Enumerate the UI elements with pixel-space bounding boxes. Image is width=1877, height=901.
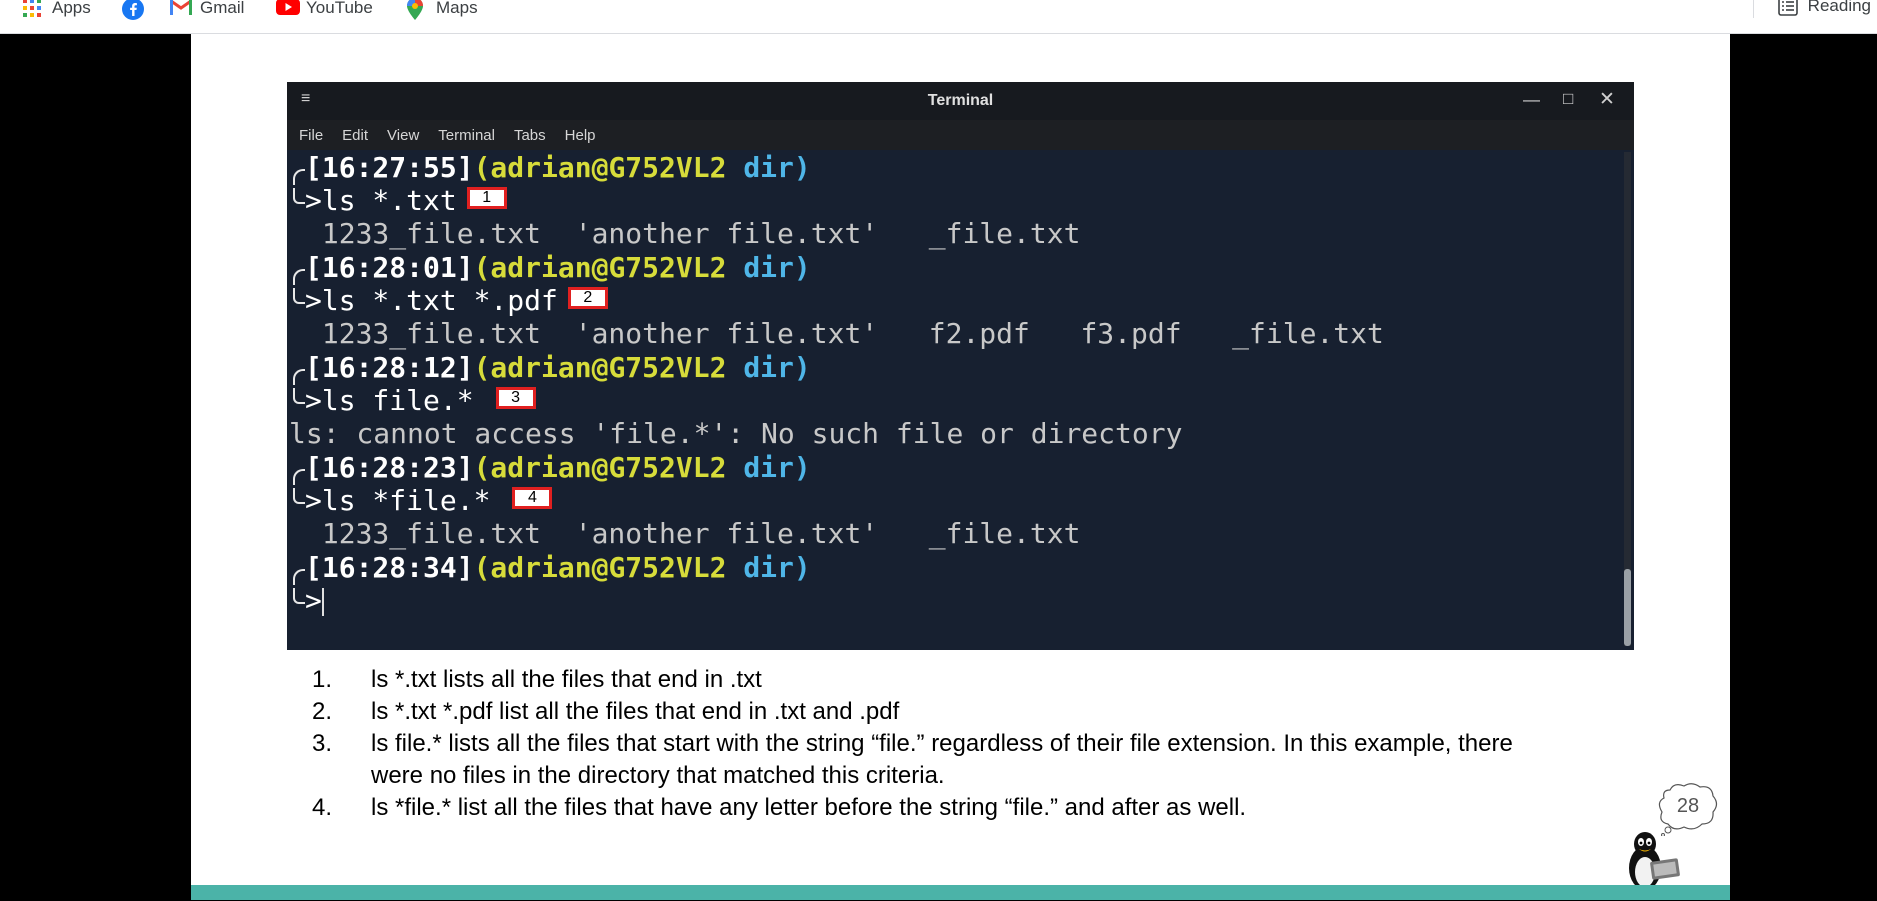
timestamp: [16:28:12] bbox=[305, 351, 474, 384]
prompt-bracket bbox=[293, 469, 305, 485]
reading-list-button[interactable]: Reading bbox=[1777, 0, 1871, 16]
bookmark-gmail[interactable]: Gmail bbox=[170, 0, 244, 20]
bookmark-youtube[interactable]: YouTube bbox=[276, 0, 373, 20]
list-number: 4. bbox=[312, 794, 333, 821]
page-number: 28 bbox=[1676, 795, 1700, 817]
command-text: >ls *.txt *.pdf bbox=[305, 284, 558, 317]
bookmark-apps[interactable]: Apps bbox=[22, 0, 91, 20]
prompt-line: [16:28:12](adrian@G752VL2 dir) bbox=[305, 351, 811, 384]
prompt-dir: dir) bbox=[743, 151, 811, 184]
prompt-bracket bbox=[293, 188, 305, 204]
command-text: >ls *.txt bbox=[305, 184, 457, 217]
output-line: 1233_file.txt 'another file.txt' _file.t… bbox=[305, 217, 1081, 250]
slide-footer-bar bbox=[191, 885, 1730, 900]
facebook-icon bbox=[122, 0, 144, 20]
timestamp: [16:28:23] bbox=[305, 451, 474, 484]
text-cursor bbox=[321, 588, 324, 616]
prompt-line: [16:28:23](adrian@G752VL2 dir) bbox=[305, 451, 811, 484]
prompt-user: (adrian@G752VL2 bbox=[473, 451, 727, 484]
prompt-bracket bbox=[293, 269, 305, 285]
terminal-menubar: File Edit View Terminal Tabs Help bbox=[287, 120, 1634, 150]
prompt-line: [16:28:01](adrian@G752VL2 dir) bbox=[305, 251, 811, 284]
command-line[interactable]: > bbox=[305, 584, 324, 617]
menu-tabs: Tabs bbox=[513, 126, 546, 144]
gmail-icon bbox=[170, 0, 192, 18]
prompt-bracket bbox=[293, 369, 305, 385]
step-badge: 1 bbox=[466, 187, 507, 209]
bookmark-maps[interactable]: Maps bbox=[406, 0, 478, 20]
reading-list-icon bbox=[1777, 0, 1798, 16]
prompt-bracket bbox=[293, 588, 305, 604]
command-line: >ls *.txt 1 bbox=[305, 184, 507, 217]
step-badge: 4 bbox=[512, 487, 553, 509]
step-badge: 3 bbox=[495, 387, 536, 409]
apps-grid-icon bbox=[22, 0, 42, 18]
command-line: >ls *file.* 4 bbox=[305, 484, 553, 517]
prompt-bracket bbox=[293, 288, 305, 304]
slide: ≡ Terminal — □ ✕ File Edit View Terminal… bbox=[191, 34, 1730, 900]
prompt-bracket bbox=[293, 569, 305, 585]
output-line: 1233_file.txt 'another file.txt' _file.t… bbox=[305, 517, 1081, 550]
prompt-dir: dir) bbox=[743, 351, 811, 384]
prompt-bracket bbox=[293, 169, 305, 185]
terminal-scrollbar-thumb[interactable] bbox=[1624, 569, 1631, 646]
list-text: ls file.* lists all the files that start… bbox=[371, 730, 1513, 789]
command-text: >ls *file.* bbox=[305, 484, 491, 517]
menu-file: File bbox=[299, 126, 324, 144]
output-line: 1233_file.txt 'another file.txt' f2.pdf … bbox=[305, 317, 1384, 350]
list-number: 3. bbox=[312, 730, 333, 757]
prompt-dir: dir) bbox=[743, 251, 811, 284]
page-number-bubble: 28 bbox=[1658, 782, 1718, 836]
terminal-title: Terminal bbox=[927, 92, 994, 109]
timestamp: [16:27:55] bbox=[305, 151, 474, 184]
command-text: > bbox=[305, 584, 322, 617]
prompt-user: (adrian@G752VL2 bbox=[473, 551, 727, 584]
list-text: ls *file.* list all the files that have … bbox=[371, 794, 1247, 821]
prompt-bracket bbox=[293, 388, 305, 404]
prompt-line: [16:28:34](adrian@G752VL2 dir) bbox=[305, 551, 811, 584]
maps-icon bbox=[406, 0, 426, 20]
menu-help: Help bbox=[564, 126, 596, 144]
bookmark-label: Gmail bbox=[200, 0, 245, 17]
error-line: ls: cannot access 'file.*': No such file… bbox=[289, 417, 1183, 450]
reading-list-label: Reading bbox=[1807, 0, 1871, 15]
command-line: >ls *.txt *.pdf 2 bbox=[305, 284, 608, 317]
prompt-user: (adrian@G752VL2 bbox=[473, 351, 727, 384]
menu-terminal: Terminal bbox=[438, 126, 495, 144]
maximize-icon: □ bbox=[1563, 89, 1574, 108]
prompt-dir: dir) bbox=[743, 451, 811, 484]
menu-edit: Edit bbox=[342, 126, 369, 144]
timestamp: [16:28:01] bbox=[305, 251, 474, 284]
youtube-icon bbox=[276, 0, 300, 18]
list-text: ls *.txt lists all the files that end in… bbox=[371, 666, 762, 693]
prompt-dir: dir) bbox=[743, 551, 811, 584]
prompt-line: [16:27:55](adrian@G752VL2 dir) bbox=[305, 151, 811, 184]
timestamp: [16:28:34] bbox=[305, 551, 474, 584]
list-text: ls *.txt *.pdf list all the files that e… bbox=[371, 698, 900, 725]
bookmark-label: Apps bbox=[52, 0, 91, 17]
bookmark-label: YouTube bbox=[306, 0, 373, 17]
step-badge: 2 bbox=[567, 287, 608, 309]
terminal-window: ≡ Terminal — □ ✕ File Edit View Terminal… bbox=[287, 82, 1634, 650]
bookmarks-separator bbox=[1753, 0, 1754, 18]
minimize-icon: — bbox=[1523, 90, 1540, 109]
menu-view: View bbox=[387, 126, 420, 144]
terminal-titlebar: ≡ Terminal — □ ✕ bbox=[287, 82, 1634, 120]
list-number: 2. bbox=[312, 698, 333, 725]
bookmark-label: Maps bbox=[436, 0, 478, 17]
prompt-bracket bbox=[293, 488, 305, 504]
bookmark-facebook[interactable] bbox=[122, 0, 152, 20]
prompt-user: (adrian@G752VL2 bbox=[473, 251, 727, 284]
close-icon: ✕ bbox=[1599, 89, 1615, 110]
command-text: >ls file.* bbox=[305, 384, 474, 417]
bookmarks-bar: Apps Gmail YouTube Maps Reading bbox=[0, 0, 1877, 34]
list-number: 1. bbox=[312, 666, 333, 693]
command-line: >ls file.* 3 bbox=[305, 384, 536, 417]
terminal-output: [16:27:55](adrian@G752VL2 dir) >ls *.txt… bbox=[287, 150, 1634, 650]
prompt-user: (adrian@G752VL2 bbox=[473, 151, 727, 184]
